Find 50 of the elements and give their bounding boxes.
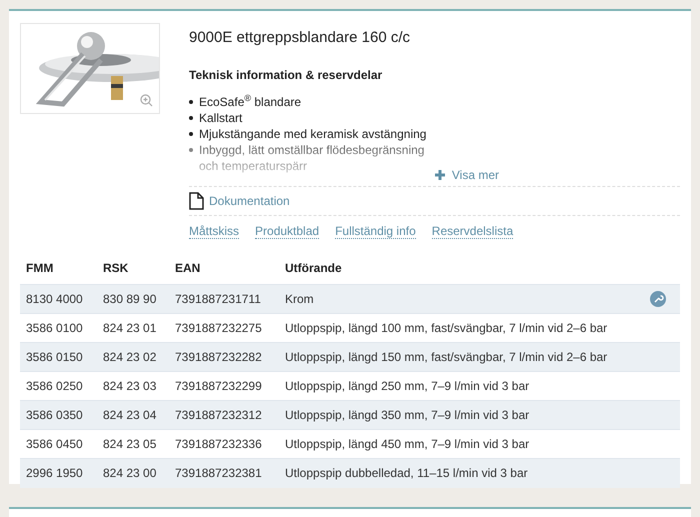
wrench-icon[interactable] <box>650 291 666 307</box>
bullet-icon <box>189 100 193 104</box>
table-cell: Utloppspip, längd 150 mm, fast/svängbar, 7 l/min vid 2–6 bar <box>285 350 608 364</box>
info-link[interactable]: Produktblad <box>255 224 320 238</box>
table-cell: Krom <box>285 292 314 306</box>
table-cell: 7391887232312 <box>175 408 262 422</box>
column-header: Utförande <box>285 261 342 276</box>
product-title: 9000E ettgreppsblandare 160 c/c <box>189 28 411 48</box>
table-cell: 3586 0100 <box>26 321 83 335</box>
table-cell: 7391887232282 <box>175 350 262 364</box>
table-cell: 824 23 04 <box>103 408 156 422</box>
column-header: EAN <box>175 261 200 276</box>
table-cell: 3586 0250 <box>26 379 83 393</box>
table-cell: 7391887232336 <box>175 437 262 451</box>
bullet-icon <box>189 116 193 120</box>
table-cell: Utloppspip, längd 250 mm, 7–9 l/min vid 3 bar <box>285 379 530 393</box>
table-cell: Utloppspip dubbelledad, 11–15 l/min vid 3 bar <box>285 466 528 480</box>
table-cell: 824 23 05 <box>103 437 156 451</box>
bullet-icon <box>189 148 193 152</box>
column-header: FMM <box>26 261 54 276</box>
table-cell: 7391887232381 <box>175 466 262 480</box>
feature-text: EcoSafe$^{®}$ blandare <box>199 94 302 110</box>
table-cell: 3586 0150 <box>26 350 83 364</box>
table-cell: 3586 0350 <box>26 408 83 422</box>
table-cell: 830 89 90 <box>103 292 156 306</box>
table-cell: 824 23 03 <box>103 379 156 393</box>
table-cell: 2996 1950 <box>26 466 83 480</box>
table-cell: Utloppspip, längd 100 mm, fast/svängbar, 7 l/min vid 2–6 bar <box>285 321 608 335</box>
info-link[interactable]: Reservdelslista <box>432 224 514 238</box>
column-header: RSK <box>103 261 128 276</box>
table-cell: Utloppspip, längd 350 mm, 7–9 l/min vid 3 bar <box>285 408 530 422</box>
bullet-icon <box>189 132 193 136</box>
zoom-icon[interactable] <box>140 94 153 107</box>
plus-icon <box>434 170 445 180</box>
table-cell: 3586 0450 <box>26 437 83 451</box>
info-link[interactable]: Fullständig info <box>335 224 416 238</box>
table-cell: 7391887232299 <box>175 379 262 393</box>
table-cell: 824 23 01 <box>103 321 156 335</box>
table-cell: 824 23 02 <box>103 350 156 364</box>
table-cell: 7391887232275 <box>175 321 262 335</box>
table-cell: 824 23 00 <box>103 466 156 480</box>
section-heading: Teknisk information & reservdelar <box>189 66 384 84</box>
table-cell: Utloppspip, längd 450 mm, 7–9 l/min vid 3 bar <box>285 437 530 451</box>
documentation-link[interactable]: Dokumentation <box>189 192 290 210</box>
feature-text: Kallstart <box>199 110 242 126</box>
info-link[interactable]: Måttskiss <box>189 224 240 238</box>
table-cell: 8130 4000 <box>26 292 83 306</box>
table-cell: 7391887231711 <box>175 292 261 306</box>
feature-text: Mjukstängande med keramisk avstängning <box>199 126 426 142</box>
document-icon <box>189 192 204 210</box>
